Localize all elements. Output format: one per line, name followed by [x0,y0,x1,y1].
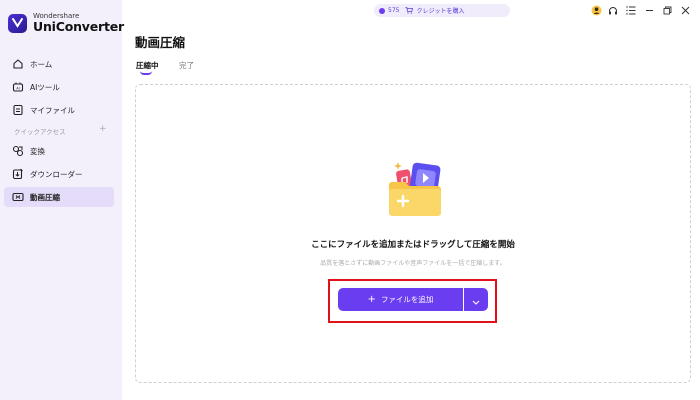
drop-zone-submessage: 品質を落とさずに動画ファイルや音声ファイルを一括で圧縮します。 [320,260,506,267]
restore-icon[interactable] [658,4,676,17]
sidebar-item-home[interactable]: ホーム [4,54,114,74]
ai-tools-icon: AI [12,81,24,93]
buy-credits-link[interactable]: クレジットを購入 [416,6,464,15]
sidebar-item-my-files[interactable]: マイファイル [4,100,114,120]
drop-zone-message: ここにファイルを追加またはドラッグして圧縮を開始 [311,240,515,250]
svg-text:AI: AI [16,87,20,91]
sidebar-item-label: 変換 [30,146,45,156]
add-files-dropdown-button[interactable] [464,288,488,311]
headset-icon[interactable] [604,4,622,17]
uniconverter-logo-icon [8,13,27,33]
tab-completed[interactable]: 完了 [179,60,194,71]
brand-product: UniConverter [33,19,125,34]
download-icon [12,168,24,180]
brand: Wondershare UniConverter [8,13,124,34]
convert-icon [12,145,24,157]
avatar-icon[interactable] [588,4,604,17]
coin-icon [379,7,385,14]
add-files-label: ファイルを追加 [380,295,434,304]
sidebar-item-ai-tools[interactable]: AI AIツール [4,77,114,97]
sidebar-item-video-compress[interactable]: 動画圧縮 [4,187,114,207]
compress-icon [12,191,24,203]
sidebar-item-label: マイファイル [30,105,75,115]
sidebar-item-label: AIツール [30,82,60,92]
file-icon [12,104,24,116]
credits-pill[interactable]: 575 クレジットを購入 [374,4,510,17]
credit-count: 575 [388,7,400,14]
plus-icon: + [367,294,376,305]
quick-access-label: クイックアクセス [14,128,66,136]
sidebar-item-label: 動画圧縮 [30,192,60,202]
tab-active-indicator [140,71,152,75]
page-title: 動画圧縮 [135,35,186,50]
chevron-down-icon [472,290,480,309]
tab-compressing[interactable]: 圧縮中 [136,60,159,71]
menu-icon[interactable] [622,4,640,17]
home-icon [12,58,24,70]
minimize-icon[interactable] [640,4,658,17]
sidebar-item-convert[interactable]: 変換 [4,141,114,161]
add-media-folder-icon [383,158,447,220]
sidebar-item-downloader[interactable]: ダウンローダー [4,164,114,184]
file-drop-zone[interactable] [135,84,691,383]
add-files-button[interactable]: + ファイルを追加 [338,288,463,311]
sidebar-item-label: ダウンローダー [30,169,83,179]
cart-icon [405,7,414,14]
sidebar: Wondershare UniConverter ホーム AI AIツール マイ… [0,0,124,400]
quick-access-add-button[interactable]: + [99,124,107,134]
sidebar-item-label: ホーム [30,59,53,69]
close-icon[interactable] [676,4,694,17]
